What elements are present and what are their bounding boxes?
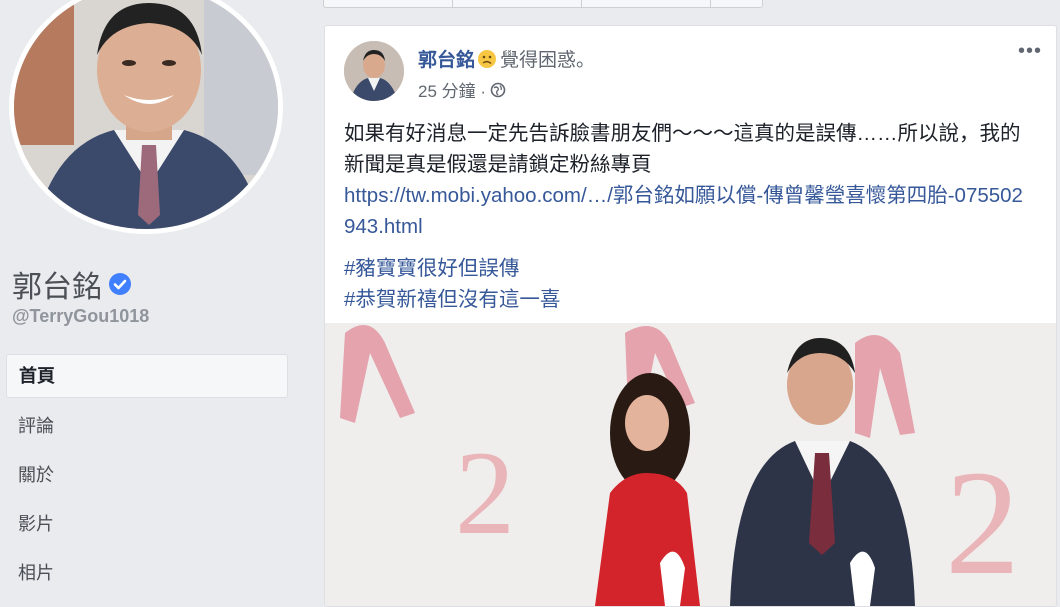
post-author[interactable]: 郭台銘 xyxy=(418,45,475,72)
action-toolbar xyxy=(323,0,763,8)
toolbar-button[interactable] xyxy=(324,0,453,7)
toolbar-button[interactable] xyxy=(453,0,582,7)
author-avatar[interactable] xyxy=(344,41,404,101)
post-card: 郭台銘 覺得困惑。 25 分鐘 · ••• 如果有好消息一定先告訴臉書朋友們～～… xyxy=(324,25,1057,607)
toolbar-button[interactable] xyxy=(582,0,711,7)
confused-face-icon xyxy=(478,49,497,68)
toolbar-button[interactable] xyxy=(711,0,762,7)
globe-icon[interactable] xyxy=(490,82,506,98)
nav-item-videos[interactable]: 影片 xyxy=(6,503,288,545)
verified-check-icon xyxy=(109,273,131,295)
nav-item-photos[interactable]: 相片 xyxy=(6,552,288,594)
hashtags: #豬寶寶很好但誤傳 #恭賀新禧但沒有這一喜 xyxy=(344,253,1034,315)
page-nav: 首頁 評論 關於 影片 相片 xyxy=(6,354,288,601)
hashtag-link[interactable]: #豬寶寶很好但誤傳 xyxy=(344,253,1034,284)
post-text: 如果有好消息一定先告訴臉書朋友們～～～這真的是誤傳……所以說，我的新聞是真是假還… xyxy=(344,122,1021,176)
profile-photo[interactable] xyxy=(9,0,283,234)
hashtag-link[interactable]: #恭賀新禧但沒有這一喜 xyxy=(344,284,1034,315)
post-body: 如果有好消息一定先告訴臉書朋友們～～～這真的是誤傳……所以說，我的新聞是真是假還… xyxy=(344,118,1034,315)
feeling-text: 覺得困惑。 xyxy=(500,50,596,71)
post-meta: 25 分鐘 · xyxy=(418,77,506,102)
svg-text:2: 2 xyxy=(945,440,1020,606)
nav-item-about[interactable]: 關於 xyxy=(6,454,288,496)
page-name-row: 郭台銘 xyxy=(12,262,132,306)
left-column: 郭台銘 @TerryGou1018 首頁 評論 關於 影片 相片 xyxy=(0,0,305,596)
post-link[interactable]: https://tw.mobi.yahoo.com/…/郭台銘如願以償-傳曾馨瑩… xyxy=(344,180,1034,242)
nav-item-reviews[interactable]: 評論 xyxy=(6,405,288,447)
page-name[interactable]: 郭台銘 xyxy=(12,262,102,306)
post-timestamp[interactable]: 25 分鐘 · xyxy=(418,77,486,102)
post-photo[interactable]: 2 2 xyxy=(325,323,1056,606)
page-handle[interactable]: @TerryGou1018 xyxy=(12,306,149,327)
more-options-button[interactable]: ••• xyxy=(1018,40,1042,63)
svg-text:2: 2 xyxy=(455,426,515,559)
post-header: 郭台銘 覺得困惑。 xyxy=(418,45,595,72)
nav-item-home[interactable]: 首頁 xyxy=(6,354,288,398)
